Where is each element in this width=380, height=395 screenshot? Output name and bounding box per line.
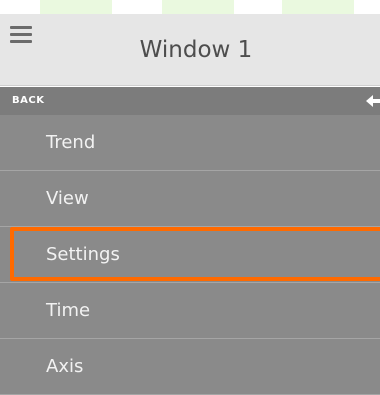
- menu-item-time[interactable]: Time: [0, 283, 380, 339]
- strip-block: [40, 0, 112, 14]
- menu-item-label: Trend: [46, 132, 96, 153]
- window-header: Window 1: [0, 14, 380, 86]
- menu-item-trend[interactable]: Trend: [0, 115, 380, 171]
- menu-item-label: Settings: [46, 244, 120, 265]
- back-label: BACK: [12, 95, 45, 106]
- arrow-left-icon[interactable]: [364, 93, 380, 109]
- strip-block: [162, 0, 234, 14]
- strip-block: [282, 0, 354, 14]
- menu-item-view[interactable]: View: [0, 171, 380, 227]
- menu-item-label: Time: [46, 300, 91, 321]
- menu-item-settings[interactable]: Settings: [0, 227, 380, 283]
- menu-item-label: View: [46, 188, 89, 209]
- window-title: Window 1: [139, 37, 253, 63]
- back-button[interactable]: BACK: [0, 87, 380, 115]
- menu-list: Trend View Settings Time Axis: [0, 115, 380, 395]
- top-strip: [0, 0, 380, 14]
